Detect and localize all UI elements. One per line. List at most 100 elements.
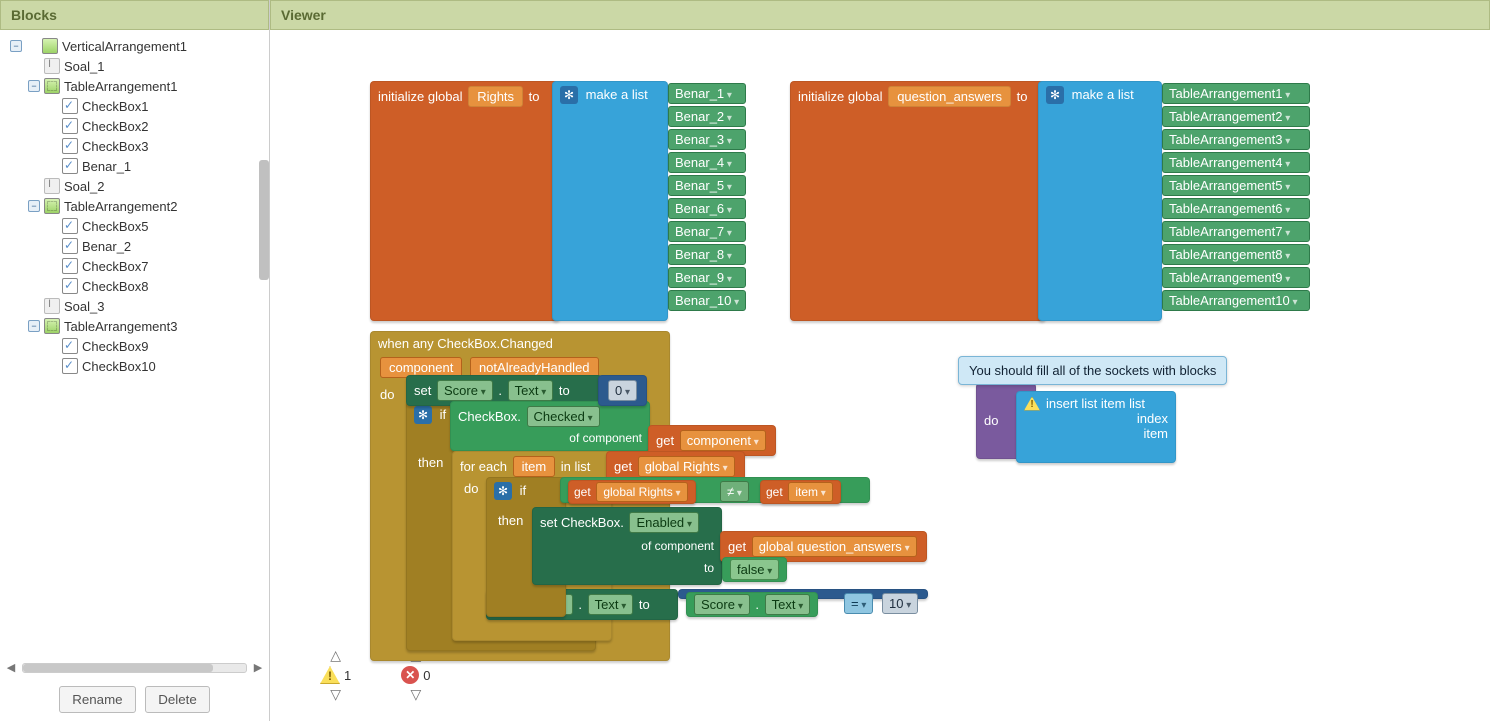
number-value[interactable]: 10 <box>882 593 918 614</box>
tree-scrollbar[interactable] <box>259 160 269 280</box>
tree-toggle[interactable]: − <box>28 80 40 92</box>
list-item[interactable]: TableArrangement8 <box>1162 244 1310 265</box>
tree-item-ta1[interactable]: TableArrangement1 <box>64 79 177 94</box>
warning-icon[interactable]: ! <box>320 666 340 684</box>
component-drop[interactable]: Score <box>694 594 750 615</box>
block-number-0[interactable]: 0 <box>598 375 647 406</box>
tree-item[interactable]: CheckBox9 <box>82 339 148 354</box>
gear-icon[interactable]: ✻ <box>414 406 432 424</box>
delete-button[interactable]: Delete <box>145 686 210 713</box>
variable-drop[interactable]: global Rights <box>638 456 735 477</box>
tree-item[interactable]: CheckBox3 <box>82 139 148 154</box>
to-label: to <box>540 561 714 575</box>
tree-item[interactable]: CheckBox10 <box>82 359 156 374</box>
block-checkbox-checked[interactable]: CheckBox. Checked of component <box>450 401 650 451</box>
list-item[interactable]: Benar_5 <box>668 175 746 196</box>
scroll-right-icon[interactable]: ▶ <box>251 661 265 674</box>
variable-drop[interactable]: global question_answers <box>752 536 917 557</box>
variable-name[interactable]: question_answers <box>888 86 1011 107</box>
scroll-left-icon[interactable]: ◀ <box>4 661 18 674</box>
variable-drop[interactable]: component <box>680 430 766 451</box>
tree-item[interactable]: CheckBox5 <box>82 219 148 234</box>
property-drop[interactable]: Text <box>765 594 811 615</box>
list-item[interactable]: TableArrangement6 <box>1162 198 1310 219</box>
list-item[interactable]: TableArrangement1 <box>1162 83 1310 104</box>
get-label: get <box>766 485 783 499</box>
tree-item-ta2[interactable]: TableArrangement2 <box>64 199 177 214</box>
list-item[interactable]: Benar_1 <box>668 83 746 104</box>
bool-value[interactable]: false <box>730 559 779 580</box>
tree-hscroll[interactable]: ◀ ▶ <box>0 661 269 678</box>
tree-item-ta3[interactable]: TableArrangement3 <box>64 319 177 334</box>
list-item[interactable]: Benar_7 <box>668 221 746 242</box>
loop-var[interactable]: item <box>513 456 556 477</box>
blocks-canvas[interactable]: initialize global Rights to ✻ make a lis… <box>270 33 1490 721</box>
variable-drop[interactable]: item <box>788 482 832 502</box>
component-drop[interactable]: Score <box>437 380 493 401</box>
block-init-global-qa[interactable]: initialize global question_answers to <box>790 81 1046 321</box>
gear-icon[interactable]: ✻ <box>560 86 578 104</box>
list-item[interactable]: Benar_4 <box>668 152 746 173</box>
component-tree[interactable]: − VerticalArrangement1 Soal_1 − <box>0 30 269 661</box>
tree-item[interactable]: CheckBox1 <box>82 99 148 114</box>
tree-item-va1[interactable]: VerticalArrangement1 <box>62 39 187 54</box>
block-init-global-rights[interactable]: initialize global Rights to <box>370 81 560 321</box>
block-insert-list-item[interactable]: ! insert list item list index item <box>1016 391 1176 463</box>
nav-up-icon[interactable]: △ <box>330 647 341 664</box>
tree-item-soal1[interactable]: Soal_1 <box>64 59 104 74</box>
list-item[interactable]: TableArrangement5 <box>1162 175 1310 196</box>
tree-item-soal3[interactable]: Soal_3 <box>64 299 104 314</box>
list-item[interactable]: Benar_2 <box>668 106 746 127</box>
property-drop[interactable]: Checked <box>527 406 600 427</box>
block-set-checkbox-enabled[interactable]: set CheckBox. Enabled of component to <box>532 507 722 585</box>
rename-button[interactable]: Rename <box>59 686 135 713</box>
property-drop[interactable]: Text <box>508 380 554 401</box>
error-icon[interactable]: ✕ <box>401 666 419 684</box>
list-item[interactable]: TableArrangement7 <box>1162 221 1310 242</box>
gear-icon[interactable]: ✻ <box>1046 86 1064 104</box>
block-make-a-list[interactable]: ✻ make a list <box>552 81 668 321</box>
gear-icon[interactable]: ✻ <box>494 482 512 500</box>
list-item[interactable]: TableArrangement4 <box>1162 152 1310 173</box>
list-item[interactable]: TableArrangement2 <box>1162 106 1310 127</box>
nav-down-icon[interactable]: ▽ <box>410 686 421 703</box>
scroll-track[interactable] <box>22 663 247 673</box>
tree-item[interactable]: CheckBox8 <box>82 279 148 294</box>
list-item[interactable]: Benar_10 <box>668 290 746 311</box>
block-get-global-rights-2[interactable]: get global Rights <box>568 480 696 504</box>
list-item[interactable]: Benar_8 <box>668 244 746 265</box>
list-item[interactable]: TableArrangement3 <box>1162 129 1310 150</box>
variable-name[interactable]: Rights <box>468 86 523 107</box>
tree-toggle[interactable]: − <box>28 320 40 332</box>
tree-item[interactable]: Benar_1 <box>82 159 131 174</box>
tree-item[interactable]: CheckBox2 <box>82 119 148 134</box>
property-drop[interactable]: Text <box>588 594 634 615</box>
checkbox-icon <box>62 158 78 174</box>
block-text: in list <box>561 459 591 474</box>
math-op[interactable]: = <box>844 593 873 614</box>
do-label: do <box>984 413 998 428</box>
list-item[interactable]: TableArrangement10 <box>1162 290 1310 311</box>
scroll-knob[interactable] <box>23 664 213 672</box>
tree-toggle[interactable]: − <box>28 200 40 212</box>
block-false[interactable]: false <box>722 557 787 582</box>
compare-op[interactable]: ≠ <box>720 481 749 502</box>
tree-item-soal2[interactable]: Soal_2 <box>64 179 104 194</box>
property-drop[interactable]: Enabled <box>629 512 699 533</box>
list-item[interactable]: Benar_3 <box>668 129 746 150</box>
list-item[interactable]: TableArrangement9 <box>1162 267 1310 288</box>
block-get-item[interactable]: get item <box>760 480 841 504</box>
number-value[interactable]: 0 <box>608 380 637 401</box>
label-icon <box>44 178 60 194</box>
tree-item[interactable]: Benar_2 <box>82 239 131 254</box>
nav-down-icon[interactable]: ▽ <box>330 686 341 703</box>
block-make-a-list[interactable]: ✻ make a list <box>1038 81 1162 321</box>
viewer-panel-header: Viewer <box>270 0 1490 30</box>
tree-item[interactable]: CheckBox7 <box>82 259 148 274</box>
list-item[interactable]: Benar_9 <box>668 267 746 288</box>
tree-toggle[interactable]: − <box>10 40 22 52</box>
variable-drop[interactable]: global Rights <box>596 482 687 502</box>
block-score-text-getter[interactable]: Score . Text <box>686 592 818 617</box>
socket-label: index <box>1024 411 1168 426</box>
list-item[interactable]: Benar_6 <box>668 198 746 219</box>
